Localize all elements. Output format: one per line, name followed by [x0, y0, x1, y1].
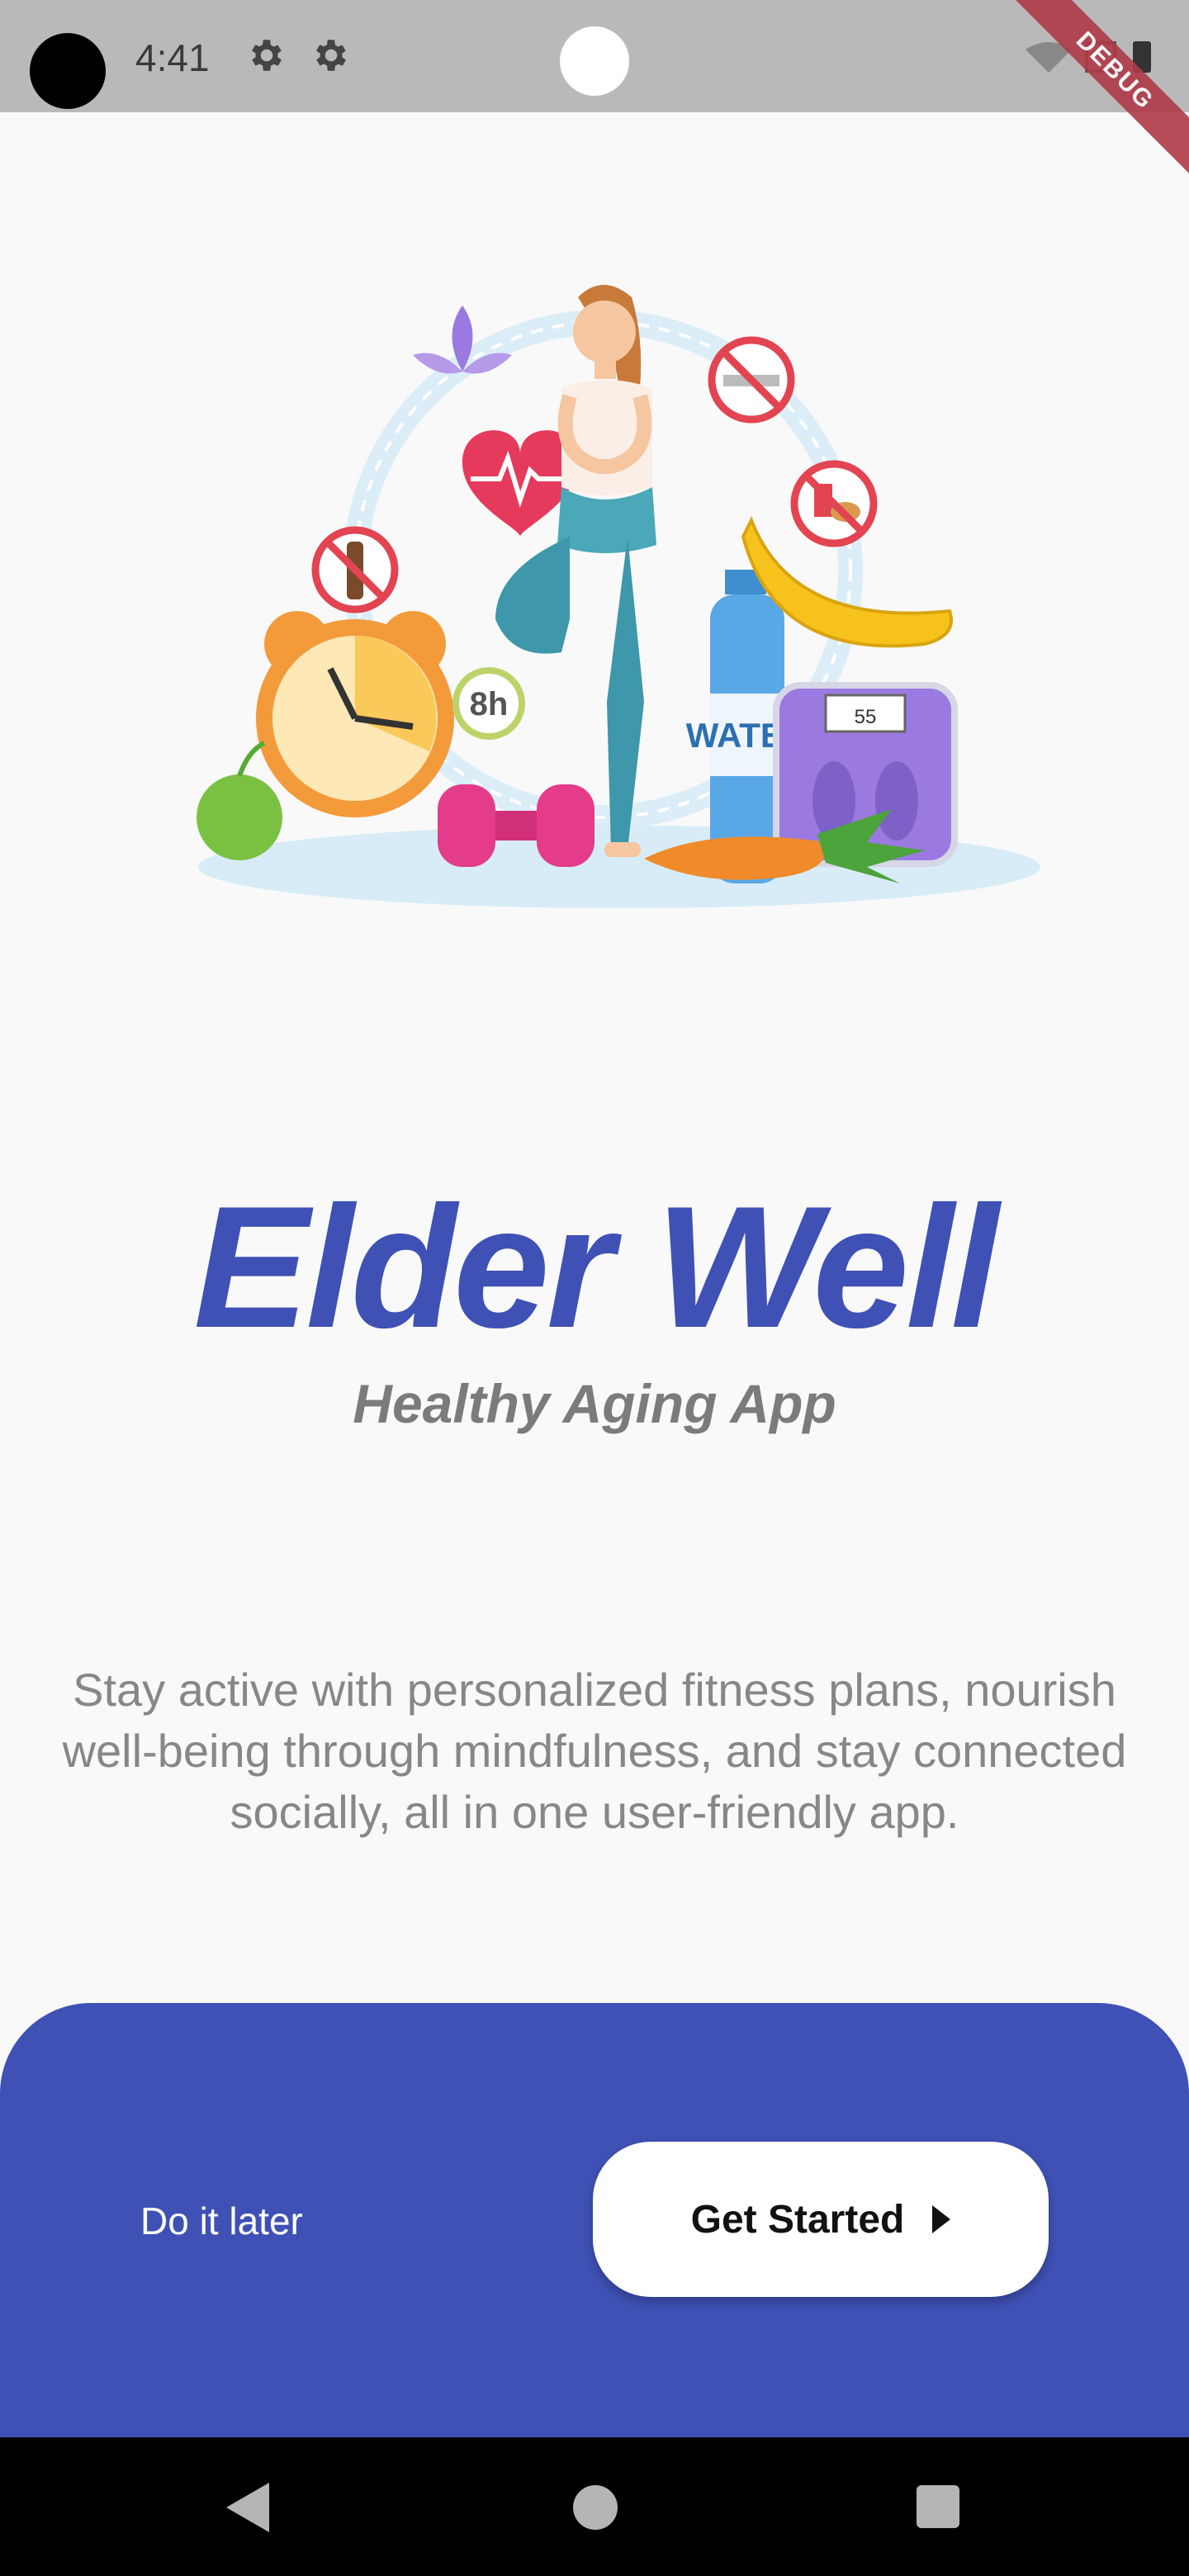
status-indicator-dot — [560, 26, 629, 96]
camera-cutout — [30, 33, 106, 109]
back-icon[interactable] — [223, 2483, 269, 2532]
gear-icon — [316, 40, 346, 71]
do-it-later-button[interactable]: Do it later — [140, 2196, 303, 2246]
gear-icon — [252, 40, 282, 71]
no-alcohol-icon — [311, 526, 399, 613]
alarm-clock-icon — [256, 611, 454, 817]
home-icon[interactable] — [573, 2485, 618, 2530]
yoga-woman-figure — [495, 285, 656, 857]
status-bar: 4:41 DEBUG — [0, 0, 1189, 179]
sleep-badge: 8h — [452, 667, 525, 740]
system-navigation-bar — [0, 2437, 1189, 2576]
app-subtitle: Healthy Aging App — [353, 1373, 836, 1434]
get-started-label: Get Started — [690, 2197, 905, 2242]
get-started-button[interactable]: Get Started — [593, 2142, 1049, 2297]
caret-right-icon — [932, 2205, 951, 2233]
debug-banner: DEBUG — [1007, 0, 1189, 179]
no-smoking-icon — [708, 336, 795, 424]
wellness-illustration: 8h WATER 55 — [197, 285, 1040, 908]
app-description: Stay active with personalized fitness pl… — [62, 1664, 1127, 1838]
recents-icon[interactable] — [917, 2485, 959, 2528]
no-fast-food-icon — [790, 460, 878, 547]
status-time: 4:41 — [135, 36, 210, 79]
svg-text:8h: 8h — [470, 686, 509, 722]
app-title: Elder Well — [193, 1170, 998, 1364]
svg-text:55: 55 — [855, 706, 877, 728]
